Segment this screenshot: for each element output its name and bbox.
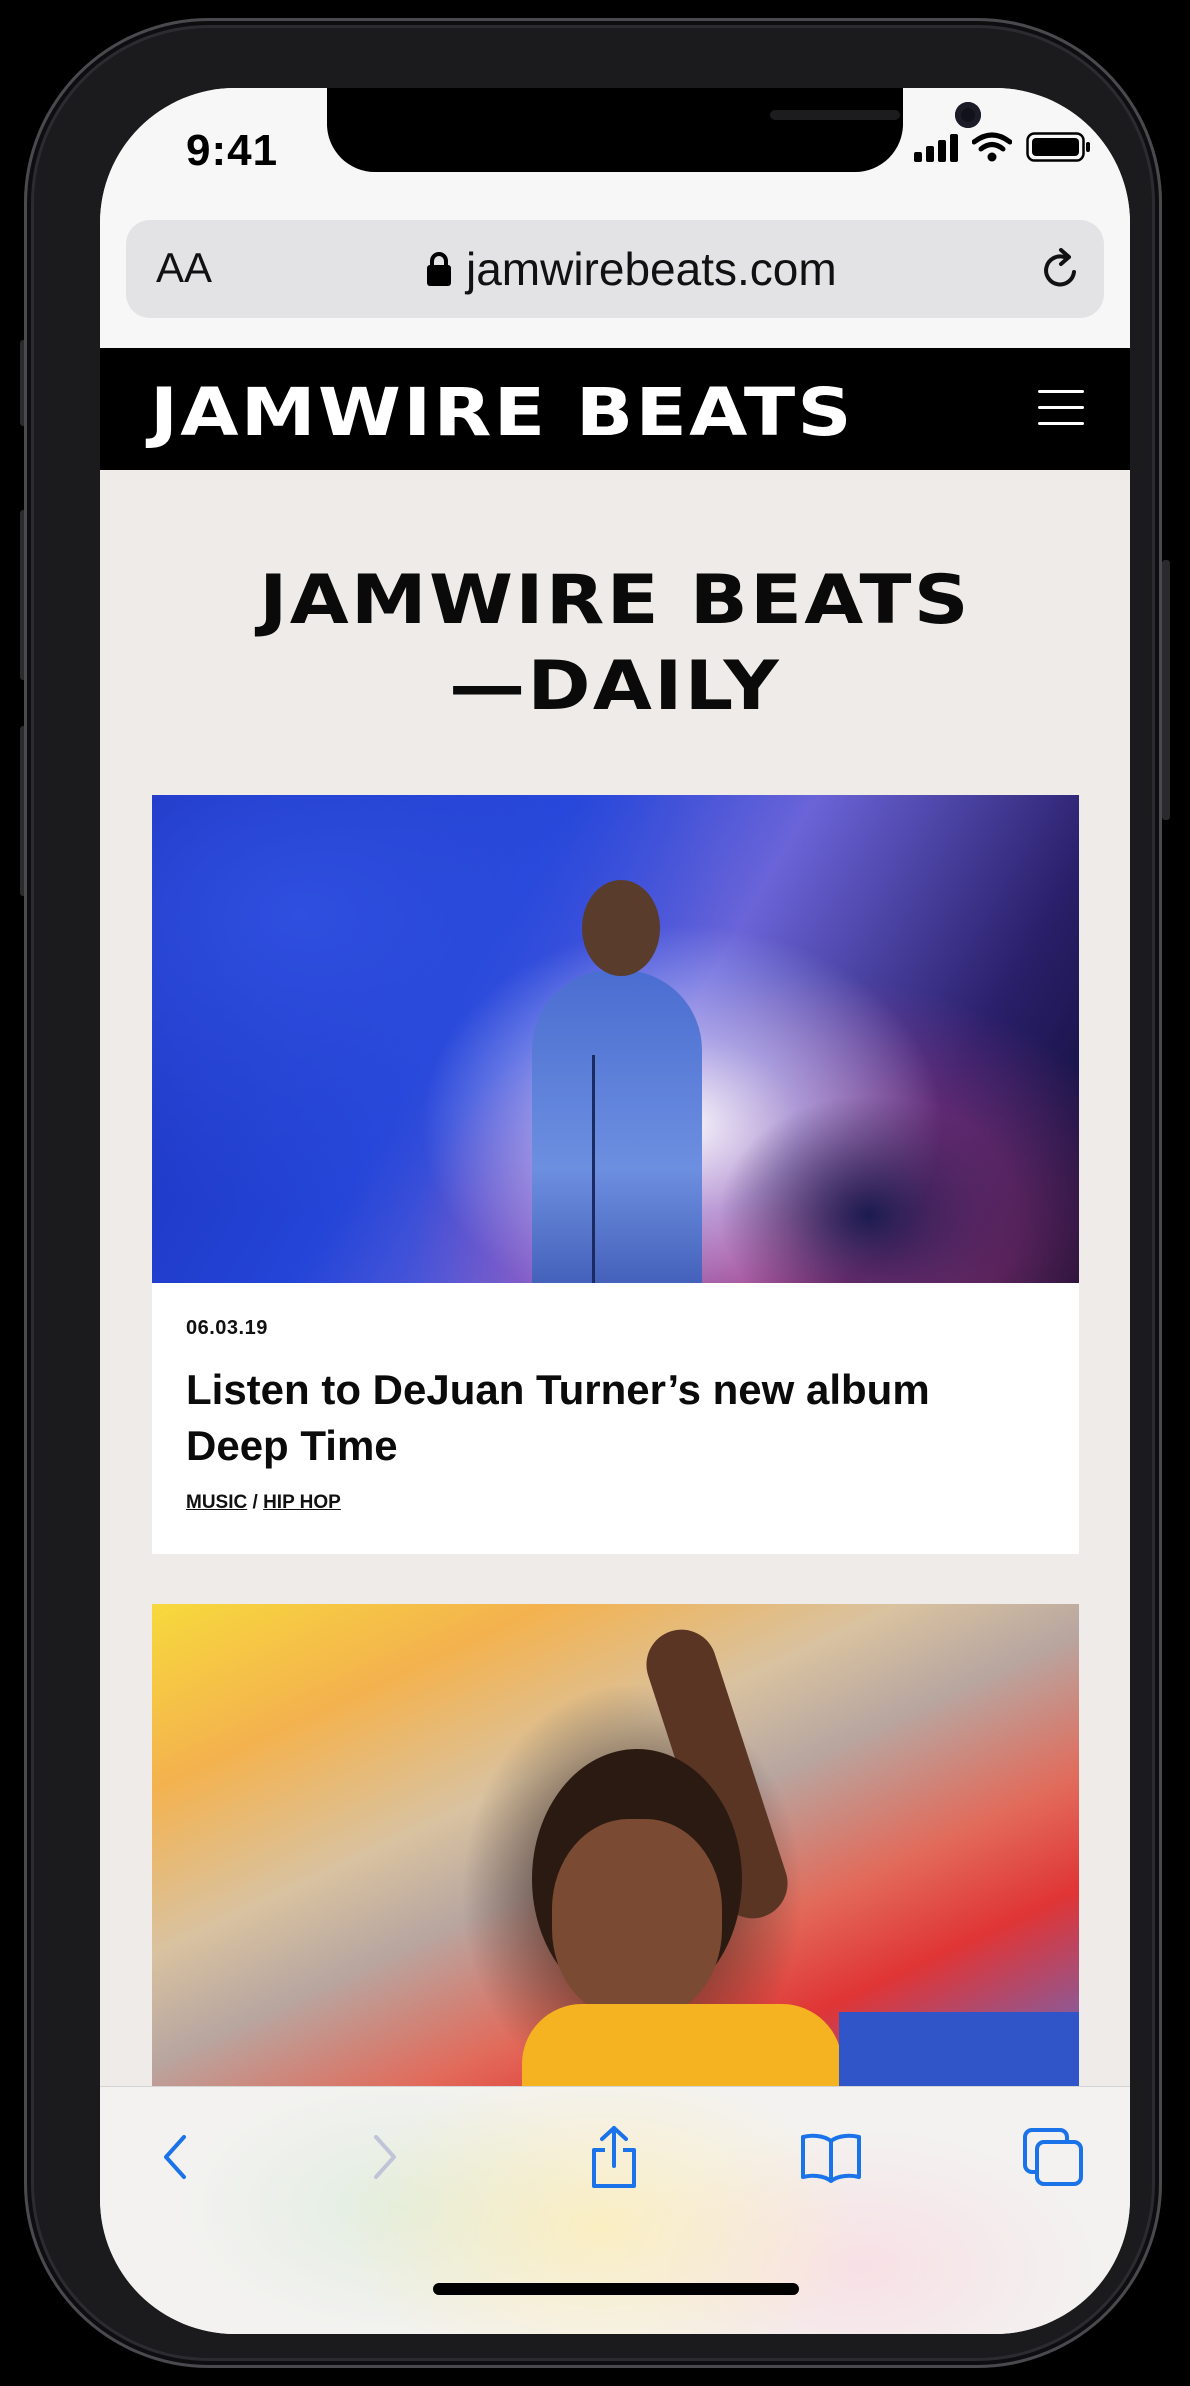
- chevron-left-icon: [164, 2135, 186, 2179]
- book-icon: [801, 2133, 861, 2183]
- phone-screen: 9:41 AA jamwirebeats.com JAMWIRE BEATS J…: [100, 88, 1130, 2334]
- dancer-shirt: [522, 2004, 842, 2092]
- microphone-cord: [592, 1055, 595, 1283]
- tabs-button[interactable]: [1018, 2121, 1088, 2193]
- browser-top-chrome: 9:41 AA jamwirebeats.com: [100, 88, 1130, 348]
- url-display[interactable]: jamwirebeats.com: [426, 242, 837, 296]
- crowd-hands: [719, 1035, 1019, 1283]
- back-button[interactable]: [140, 2121, 210, 2193]
- share-icon: [592, 2126, 636, 2188]
- article-card-body: 06.03.19 Listen to DeJuan Turner’s new a…: [152, 1283, 1079, 1554]
- performer-head: [582, 880, 660, 976]
- front-camera: [955, 102, 981, 128]
- page-title-line-2: —DAILY: [449, 647, 781, 726]
- tag-link-music[interactable]: MUSIC: [186, 1492, 247, 1513]
- article-tags: MUSIC / HIP HOP: [186, 1492, 1045, 1514]
- power-button: [1162, 560, 1170, 820]
- tag-link-hip-hop[interactable]: HIP HOP: [263, 1492, 341, 1513]
- lock-icon: [427, 252, 451, 286]
- article-image-concert[interactable]: [152, 795, 1079, 1283]
- home-indicator[interactable]: [433, 2283, 799, 2295]
- speaker-grille: [770, 110, 900, 120]
- site-header: JAMWIRE BEATS: [100, 348, 1130, 470]
- status-icons: [914, 132, 1092, 162]
- bookmarks-button[interactable]: [796, 2121, 866, 2193]
- reload-icon[interactable]: [1038, 246, 1084, 294]
- notch: [327, 88, 981, 172]
- article-date: 06.03.19: [186, 1317, 268, 1339]
- tabs-icon: [1023, 2128, 1083, 2186]
- share-button[interactable]: [579, 2121, 649, 2193]
- article-headline-line-2: Deep Time: [186, 1422, 398, 1469]
- browser-toolbar: [100, 2086, 1130, 2334]
- article-image-dancer[interactable]: [152, 1604, 1079, 2092]
- dancer-face: [552, 1819, 722, 2019]
- article-card[interactable]: 06.03.19 Listen to DeJuan Turner’s new a…: [152, 795, 1079, 1554]
- battery-icon: [1026, 132, 1090, 162]
- cellular-signal-icon: [914, 132, 958, 162]
- site-logo[interactable]: JAMWIRE BEATS: [150, 374, 854, 451]
- address-bar[interactable]: AA jamwirebeats.com: [126, 220, 1104, 318]
- status-time: 9:41: [186, 126, 279, 175]
- hamburger-menu-icon[interactable]: [1038, 390, 1084, 426]
- wifi-icon: [972, 132, 1012, 162]
- article-card-2[interactable]: [152, 1604, 1079, 2092]
- text-size-button[interactable]: AA: [156, 244, 212, 292]
- forward-button[interactable]: [350, 2121, 420, 2193]
- page-title: JAMWIRE BEATS —DAILY: [100, 558, 1130, 730]
- performer-figure: [532, 970, 702, 1283]
- page-title-line-1: JAMWIRE BEATS: [259, 561, 971, 640]
- article-headline-line-1: Listen to DeJuan Turner’s new album: [186, 1366, 930, 1413]
- url-text: jamwirebeats.com: [466, 243, 837, 295]
- chevron-right-icon: [374, 2135, 396, 2179]
- article-headline[interactable]: Listen to DeJuan Turner’s new album Deep…: [186, 1362, 1045, 1474]
- tag-separator: /: [252, 1492, 258, 1513]
